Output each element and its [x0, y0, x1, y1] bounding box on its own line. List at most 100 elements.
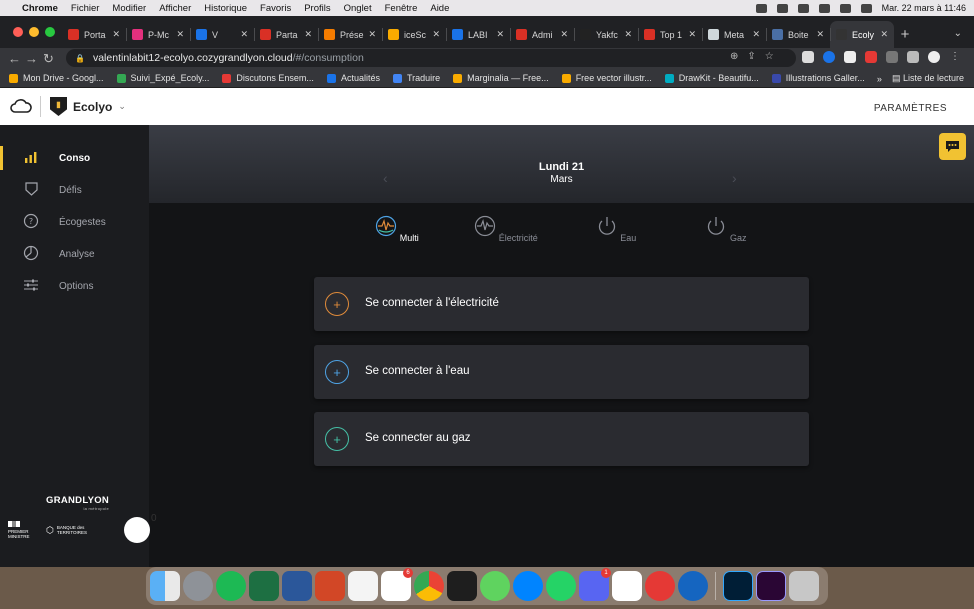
url-bar[interactable]: 🔒 valentinlabit12-ecolyo.cozygrandlyon.c…: [66, 49, 796, 67]
browser-tab[interactable]: Boite ✕: [766, 21, 830, 48]
share-icon[interactable]: ⇪: [747, 51, 755, 62]
extension-red-icon[interactable]: [865, 51, 877, 63]
connect-water-card[interactable]: + Se connecter à l'eau: [314, 345, 809, 399]
lock-icon[interactable]: 🔒: [75, 54, 85, 63]
menu-historique[interactable]: Historique: [204, 3, 247, 14]
control-center-icon[interactable]: [860, 3, 872, 13]
bookmark-item[interactable]: Illustrations Galler...: [771, 73, 865, 83]
reading-list-button[interactable]: ▤ Liste de lecture: [892, 73, 964, 84]
menu-modifier[interactable]: Modifier: [112, 3, 146, 14]
whatsapp-icon[interactable]: [546, 571, 576, 601]
close-tab-icon[interactable]: ✕: [368, 29, 376, 40]
browser-tab[interactable]: LABI ✕: [446, 21, 510, 48]
tab-eau[interactable]: Eau: [581, 215, 651, 243]
status-icon-2[interactable]: [776, 3, 788, 13]
slack-icon[interactable]: [612, 571, 642, 601]
new-tab-icon[interactable]: +: [894, 21, 916, 48]
browser-tab[interactable]: P-Mc ✕: [126, 21, 190, 48]
bookmark-item[interactable]: DrawKit - Beautifu...: [664, 73, 759, 83]
chrome-icon[interactable]: [414, 571, 444, 601]
photos-icon[interactable]: [348, 571, 378, 601]
extension-reader-icon[interactable]: [844, 51, 856, 63]
tab-gaz[interactable]: Gaz: [691, 215, 761, 243]
bookmark-item[interactable]: Suivi_Expé_Ecoly...: [116, 73, 209, 83]
tab-multi[interactable]: Multi: [362, 215, 432, 243]
browser-tab[interactable]: Parta ✕: [254, 21, 318, 48]
menu-profils[interactable]: Profils: [304, 3, 330, 14]
tab-electricite[interactable]: Électricité: [471, 215, 541, 243]
trash-icon[interactable]: [789, 571, 819, 601]
close-tab-icon[interactable]: ✕: [240, 29, 248, 40]
browser-tab[interactable]: iceSc ✕: [382, 21, 446, 48]
menu-favoris[interactable]: Favoris: [260, 3, 291, 14]
browser-tab[interactable]: Top 1 ✕: [638, 21, 702, 48]
close-window-icon[interactable]: [13, 27, 23, 37]
close-tab-icon[interactable]: ✕: [176, 29, 184, 40]
close-tab-icon[interactable]: ✕: [624, 29, 632, 40]
more-menu-icon[interactable]: ⋮: [949, 51, 961, 63]
sidebar-item-conso[interactable]: Conso: [0, 142, 149, 174]
profile-avatar[interactable]: [928, 51, 940, 63]
bookmark-star-icon[interactable]: ☆: [765, 51, 774, 62]
feedback-chat-button[interactable]: [939, 133, 966, 160]
settings-link[interactable]: PARAMÈTRES: [874, 103, 947, 114]
extension-crop-icon[interactable]: [886, 51, 898, 63]
menu-fichier[interactable]: Fichier: [71, 3, 100, 14]
sidebar-item-defis[interactable]: Défis: [0, 174, 149, 206]
bookmark-item[interactable]: Marginalia — Free...: [453, 73, 549, 83]
tab-search-chevron-icon[interactable]: ⌄: [954, 28, 962, 39]
spotlight-search-icon[interactable]: [839, 3, 851, 13]
extension-cloud-icon[interactable]: [823, 51, 835, 63]
bookmark-item[interactable]: Free vector illustr...: [561, 73, 652, 83]
extension-n-icon[interactable]: [802, 51, 814, 63]
install-app-icon[interactable]: ⊕: [730, 51, 738, 62]
close-tab-icon[interactable]: ✕: [432, 29, 440, 40]
bookmark-item[interactable]: Traduire: [392, 73, 440, 83]
close-tab-icon[interactable]: ✕: [560, 29, 568, 40]
close-tab-icon[interactable]: ✕: [816, 29, 824, 40]
close-tab-icon[interactable]: ✕: [688, 29, 696, 40]
sidebar-item-options[interactable]: Options: [0, 270, 149, 302]
back-arrow-icon[interactable]: ←: [6, 51, 23, 66]
menu-afficher[interactable]: Afficher: [159, 3, 191, 14]
browser-tab[interactable]: V ✕: [190, 21, 254, 48]
browser-tab[interactable]: Meta ✕: [702, 21, 766, 48]
maximize-window-icon[interactable]: [45, 27, 55, 37]
spotify-icon[interactable]: [216, 571, 246, 601]
close-tab-icon[interactable]: ✕: [304, 29, 312, 40]
menu-chrome[interactable]: Chrome: [22, 3, 58, 14]
app-brand-switcher[interactable]: ▮ Ecolyo ⌄: [50, 97, 126, 116]
sidebar-item-analyse[interactable]: Analyse: [0, 238, 149, 270]
close-tab-icon[interactable]: ✕: [112, 29, 120, 40]
close-tab-icon[interactable]: ✕: [496, 29, 504, 40]
menu-fenetre[interactable]: Fenêtre: [385, 3, 418, 14]
more-bookmarks-icon[interactable]: »: [877, 74, 882, 84]
powerpoint-icon[interactable]: [315, 571, 345, 601]
browser-tab[interactable]: Admi ✕: [510, 21, 574, 48]
excel-icon[interactable]: [249, 571, 279, 601]
discord-icon[interactable]: 1: [579, 568, 611, 601]
close-tab-icon[interactable]: ✕: [880, 29, 888, 40]
connect-gas-card[interactable]: + Se connecter au gaz: [314, 412, 809, 466]
speech-bubble-app-icon[interactable]: [645, 571, 675, 601]
wifi-icon[interactable]: [818, 3, 830, 13]
close-tab-icon[interactable]: ✕: [752, 29, 760, 40]
reload-icon[interactable]: ↻: [40, 51, 57, 67]
finder-icon[interactable]: [150, 571, 180, 601]
browser-tab[interactable]: Porta ✕: [62, 21, 126, 48]
forward-arrow-icon[interactable]: →: [23, 51, 40, 66]
battery-icon[interactable]: [797, 3, 809, 13]
menu-onglet[interactable]: Onglet: [344, 3, 372, 14]
bookmark-item[interactable]: Mon Drive - Googl...: [9, 73, 104, 83]
bookmark-item[interactable]: Discutons Ensem...: [222, 73, 314, 83]
sidebar-item-ecogestes[interactable]: ? Écogestes: [0, 206, 149, 238]
menubar-datetime[interactable]: Mar. 22 mars à 11:46: [882, 3, 966, 13]
premiere-icon[interactable]: [756, 571, 786, 601]
messages-icon[interactable]: [480, 571, 510, 601]
bookmark-item[interactable]: Actualités: [326, 73, 380, 83]
notion-icon[interactable]: 6: [381, 568, 413, 601]
word-icon[interactable]: [282, 571, 312, 601]
menu-aide[interactable]: Aide: [430, 3, 449, 14]
launchpad-icon[interactable]: [183, 571, 213, 601]
cozy-cloud-icon[interactable]: [10, 97, 32, 115]
